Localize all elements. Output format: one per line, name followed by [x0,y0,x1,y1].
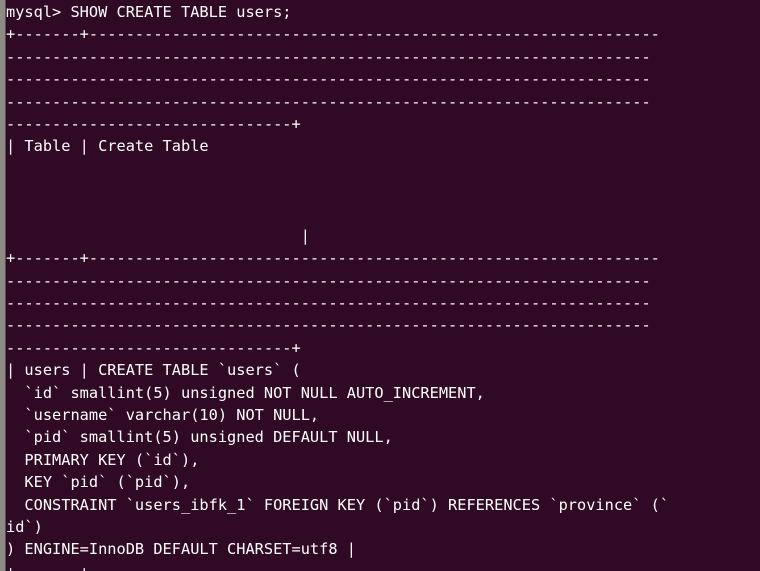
terminal-line: `username` varchar(10) NOT NULL, [6,406,320,425]
terminal-line: +-------+-------------------------------… [6,561,760,571]
terminal-line: ) ENGINE=InnoDB DEFAULT CHARSET=utf8 | [6,540,356,559]
terminal-line: KEY `pid` (`pid`), [6,473,191,492]
terminal-line: | Table | Create Table [6,137,209,156]
terminal-line: +-------+-------------------------------… [6,249,660,268]
terminal-line: -------------------------------+ [6,338,301,357]
terminal-line: mysql> SHOW CREATE TABLE users; [6,3,292,21]
terminal-line: ----------------------------------------… [6,316,651,335]
terminal-line: `pid` smallint(5) unsigned DEFAULT NULL, [6,428,393,447]
terminal-line: -------------------------------+ [6,114,301,133]
terminal-line: ----------------------------------------… [6,70,651,89]
terminal-line: ----------------------------------------… [6,271,651,290]
terminal-line: ----------------------------------------… [6,47,651,66]
terminal-line: | users | CREATE TABLE `users` ( [6,361,301,380]
terminal-output-area[interactable]: mysql> SHOW CREATE TABLE users; +-------+… [6,0,760,571]
terminal-line: +-------+-------------------------------… [6,25,660,44]
terminal-line: ----------------------------------------… [6,294,651,313]
terminal-line: CONSTRAINT `users_ibfk_1` FOREIGN KEY (`… [6,495,670,514]
terminal-line: | [6,226,310,245]
terminal-window[interactable]: mysql> SHOW CREATE TABLE users; +-------+… [0,0,760,571]
terminal-line: id`) [6,517,43,536]
terminal-line: PRIMARY KEY (`id`), [6,450,200,469]
terminal-line: `id` smallint(5) unsigned NOT NULL AUTO_… [6,383,485,402]
terminal-line: ----------------------------------------… [6,92,651,111]
terminal-scrollbar-thumb[interactable] [0,0,5,571]
